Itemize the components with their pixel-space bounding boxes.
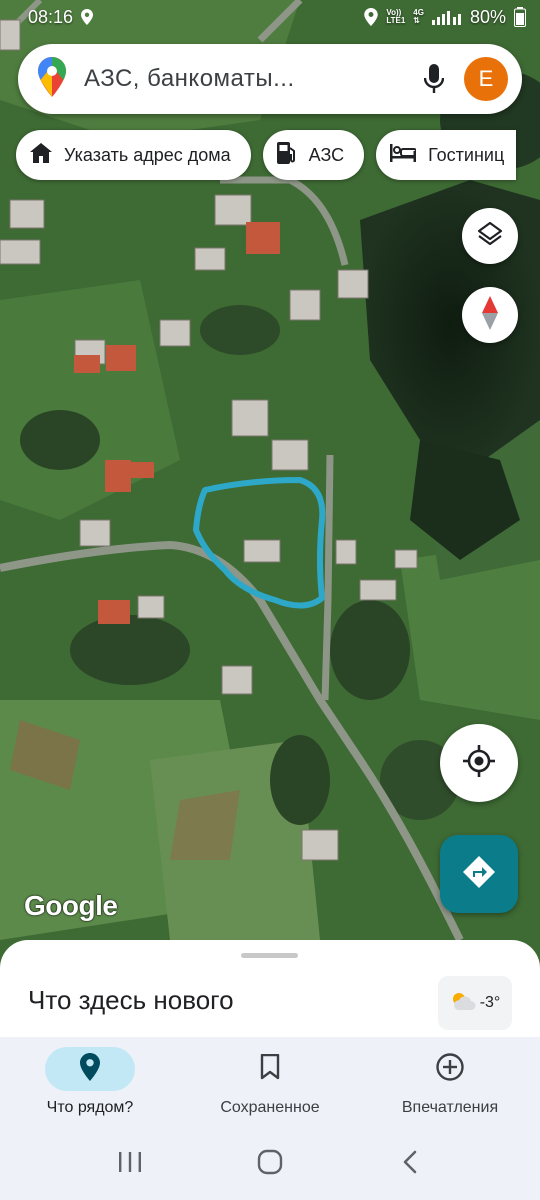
compass-button[interactable] [462, 287, 518, 343]
chip-hotels[interactable]: Гостиниц [376, 130, 517, 180]
microphone-icon[interactable] [414, 59, 454, 99]
chip-label: Гостиниц [428, 144, 505, 165]
recent-apps-icon [118, 1152, 142, 1177]
battery-percent: 80% [469, 6, 506, 27]
home-icon [30, 142, 52, 168]
sheet-title: Что здесь нового [28, 985, 234, 1015]
layers-icon [477, 221, 503, 252]
directions-icon [462, 855, 496, 894]
home-circle-icon [257, 1149, 283, 1180]
weather-temperature: -3° [479, 994, 501, 1011]
chip-label: Указать адрес дома [64, 144, 231, 165]
place-pin-icon [80, 1052, 100, 1086]
network-type: 4G ⇅ [413, 8, 424, 25]
partly-cloudy-icon [450, 991, 476, 1016]
nav-explore[interactable]: Что рядом? [0, 1037, 180, 1129]
search-bar[interactable]: АЗС, банкоматы... E [18, 44, 522, 114]
nav-label: Сохраненное [220, 1099, 320, 1116]
weather-chip[interactable]: -3° [438, 976, 512, 1030]
location-active-icon [364, 8, 379, 26]
system-navigation-bar [0, 1129, 540, 1200]
bookmark-icon [260, 1053, 280, 1085]
chip-home-address[interactable]: Указать адрес дома [16, 130, 251, 180]
nav-contribute[interactable]: Впечатления [360, 1037, 540, 1129]
nav-label: Что рядом? [46, 1099, 134, 1116]
hotel-icon [390, 143, 418, 167]
signal-icon [431, 9, 462, 25]
home-system-button[interactable] [240, 1140, 300, 1190]
category-chips: Указать адрес дома АЗС Гостиниц [16, 130, 517, 180]
directions-button[interactable] [440, 835, 518, 913]
google-maps-pin-icon [38, 56, 66, 102]
gas-station-icon [276, 141, 297, 169]
compass-icon [482, 295, 498, 335]
volte-indicator: Vo)) LTE1 [386, 8, 406, 25]
add-circle-icon [435, 1052, 465, 1087]
google-logo: Google [24, 890, 118, 921]
my-location-icon [463, 744, 495, 782]
back-button[interactable] [380, 1140, 440, 1190]
battery-icon [514, 7, 526, 27]
bottom-navigation: Что рядом? Сохраненное Впечатления [0, 1037, 540, 1129]
nav-saved[interactable]: Сохраненное [180, 1037, 360, 1129]
search-input[interactable]: АЗС, банкоматы... [84, 65, 414, 93]
my-location-button[interactable] [440, 724, 518, 802]
chip-label: АЗС [308, 144, 345, 165]
drag-handle[interactable] [241, 953, 298, 958]
clock: 08:16 [28, 6, 74, 27]
account-avatar[interactable]: E [464, 57, 508, 101]
recent-apps-button[interactable] [100, 1140, 160, 1190]
bottom-sheet[interactable]: Что здесь нового -3° [0, 940, 540, 1040]
layers-button[interactable] [462, 208, 518, 264]
location-status-icon [81, 9, 94, 25]
nav-label: Впечатления [401, 1099, 499, 1116]
back-chevron-icon [403, 1150, 417, 1179]
chip-gas-station[interactable]: АЗС [262, 130, 365, 180]
status-bar: 08:16 Vo)) LTE1 4G ⇅ 80% [0, 0, 540, 34]
